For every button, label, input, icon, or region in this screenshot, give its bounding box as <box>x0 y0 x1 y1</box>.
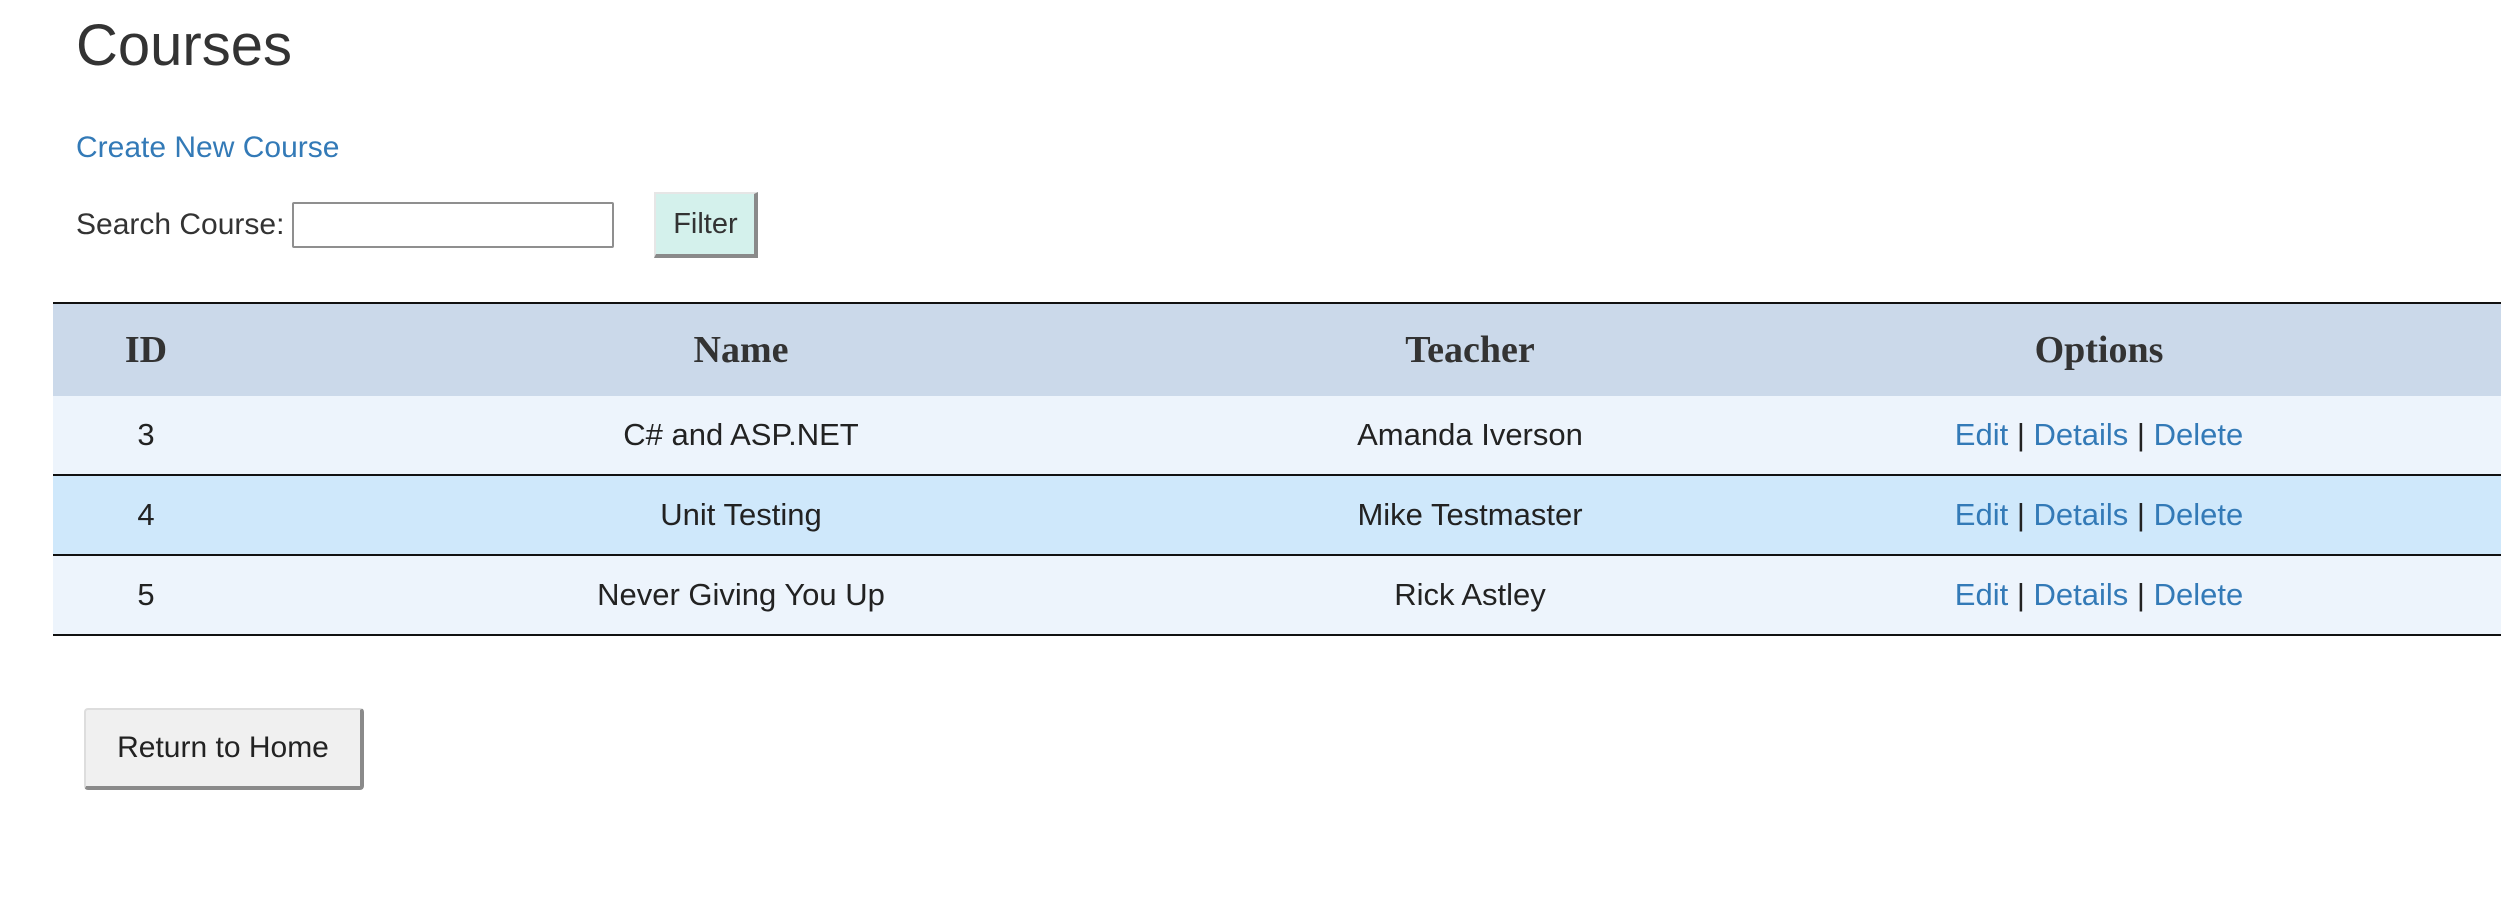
column-header-name: Name <box>693 329 789 371</box>
option-separator: | <box>2136 417 2145 452</box>
search-course-input[interactable] <box>292 202 615 248</box>
table-row: 4 Unit Testing Mike Testmaster Edit | De… <box>53 475 2501 555</box>
course-name: C# and ASP.NET <box>623 417 859 452</box>
course-id: 5 <box>137 577 155 612</box>
course-id: 3 <box>137 417 155 452</box>
course-options: Edit | Details | Delete <box>1697 475 2501 555</box>
course-teacher: Mike Testmaster <box>1357 497 1583 532</box>
filter-button[interactable]: Filter <box>654 192 759 258</box>
delete-link[interactable]: Delete <box>2154 497 2244 532</box>
column-header-options: Options <box>2034 329 2164 371</box>
table-row: 5 Never Giving You Up Rick Astley Edit |… <box>53 555 2501 635</box>
details-link[interactable]: Details <box>2034 577 2129 612</box>
return-to-home-button[interactable]: Return to Home <box>84 708 364 790</box>
search-bar: Search Course: Filter <box>76 190 759 260</box>
option-separator: | <box>2136 497 2145 532</box>
search-label: Search Course: <box>76 208 285 241</box>
course-options: Edit | Details | Delete <box>1697 555 2501 635</box>
edit-link[interactable]: Edit <box>1955 497 2008 532</box>
table-row: 3 C# and ASP.NET Amanda Iverson Edit | D… <box>53 396 2501 475</box>
course-name: Unit Testing <box>660 497 822 532</box>
table-header-row: ID Name Teacher Options <box>53 303 2501 396</box>
course-options: Edit | Details | Delete <box>1697 396 2501 475</box>
page-title: Courses <box>76 13 292 78</box>
create-new-course-link[interactable]: Create New Course <box>76 128 339 168</box>
option-separator: | <box>2136 577 2145 612</box>
course-id: 4 <box>137 497 155 532</box>
option-separator: | <box>2016 497 2025 532</box>
delete-link[interactable]: Delete <box>2154 577 2244 612</box>
column-header-id: ID <box>124 329 168 371</box>
course-teacher: Amanda Iverson <box>1357 417 1583 452</box>
edit-link[interactable]: Edit <box>1955 577 2008 612</box>
details-link[interactable]: Details <box>2034 497 2129 532</box>
courses-table: ID Name Teacher Options 3 C# and ASP.NET… <box>53 302 2501 636</box>
edit-link[interactable]: Edit <box>1955 417 2008 452</box>
column-header-teacher: Teacher <box>1405 329 1535 371</box>
details-link[interactable]: Details <box>2034 417 2129 452</box>
option-separator: | <box>2016 577 2025 612</box>
delete-link[interactable]: Delete <box>2154 417 2244 452</box>
option-separator: | <box>2016 417 2025 452</box>
course-teacher: Rick Astley <box>1394 577 1546 612</box>
course-name: Never Giving You Up <box>597 577 885 612</box>
